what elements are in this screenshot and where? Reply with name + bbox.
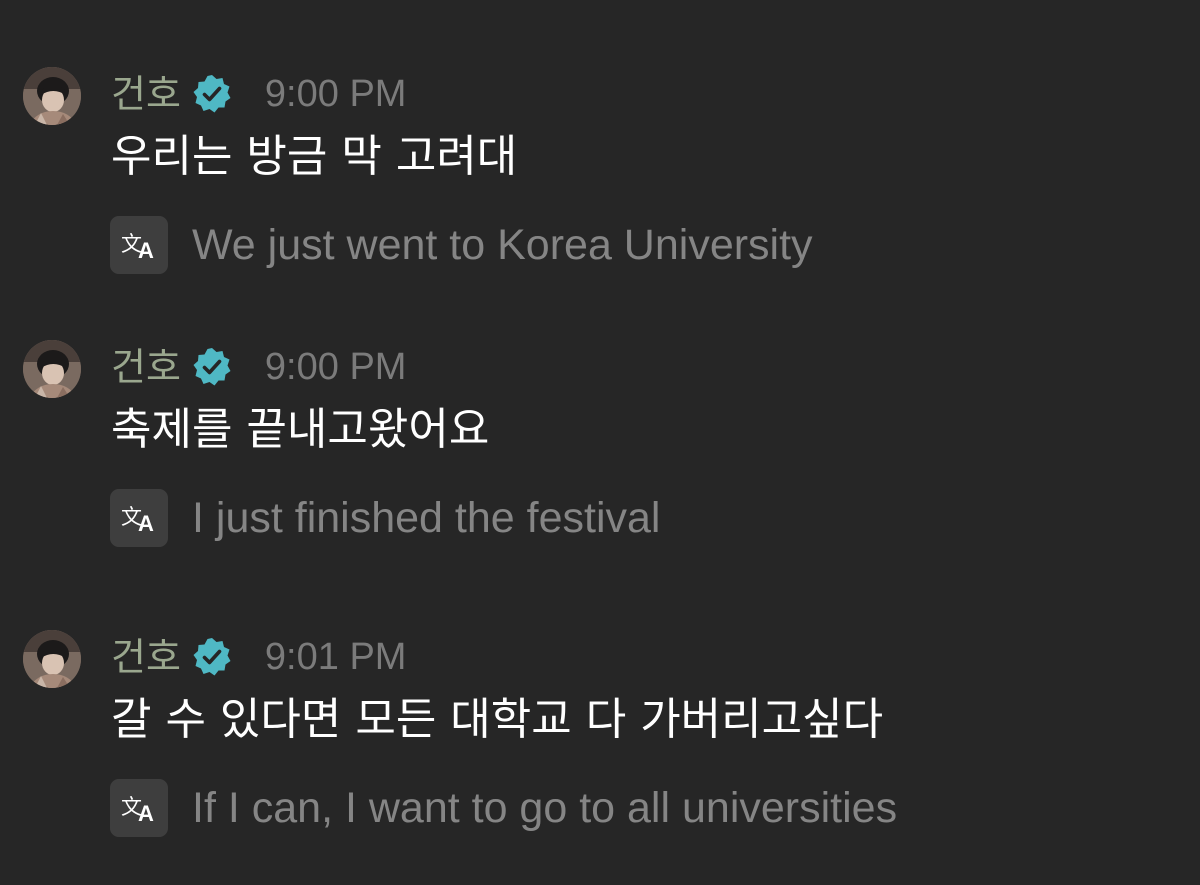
translated-text: If I can, I want to go to all universiti… bbox=[192, 784, 898, 832]
chat-message: 건호 9:01 PM 갈 수 있다면 모든 대학교 다 가버리고싶다 文 A I… bbox=[0, 630, 1200, 880]
translation-row: 文 A We just went to Korea University bbox=[110, 215, 813, 275]
translate-icon[interactable]: 文 A bbox=[110, 216, 168, 274]
message-header: 건호 9:01 PM bbox=[111, 632, 406, 682]
verified-badge-icon bbox=[193, 638, 231, 676]
message-text: 축제를 끝내고왔어요 bbox=[111, 404, 490, 455]
avatar[interactable] bbox=[23, 67, 81, 125]
message-header: 건호 9:00 PM bbox=[111, 342, 406, 392]
sender-name[interactable]: 건호 bbox=[111, 632, 181, 682]
avatar[interactable] bbox=[23, 630, 81, 688]
chat-message: 건호 9:00 PM 축제를 끝내고왔어요 文 A I just finishe… bbox=[0, 340, 1200, 590]
sender-name[interactable]: 건호 bbox=[111, 69, 181, 119]
sender-name[interactable]: 건호 bbox=[111, 342, 181, 392]
message-text: 우리는 방금 막 고려대 bbox=[111, 131, 518, 182]
translation-row: 文 A I just finished the festival bbox=[110, 488, 660, 548]
timestamp: 9:01 PM bbox=[264, 636, 407, 678]
svg-text:A: A bbox=[138, 238, 154, 263]
timestamp: 9:00 PM bbox=[264, 346, 407, 388]
timestamp: 9:00 PM bbox=[264, 73, 407, 115]
verified-badge-icon bbox=[193, 348, 231, 386]
chat-message: 건호 9:00 PM 우리는 방금 막 고려대 文 A We just went… bbox=[0, 67, 1200, 317]
avatar[interactable] bbox=[23, 340, 81, 398]
message-text: 갈 수 있다면 모든 대학교 다 가버리고싶다 bbox=[111, 694, 884, 745]
verified-badge-icon bbox=[193, 75, 231, 113]
svg-text:A: A bbox=[138, 511, 154, 536]
translation-row: 文 A If I can, I want to go to all univer… bbox=[110, 778, 897, 838]
translate-icon[interactable]: 文 A bbox=[110, 489, 168, 547]
svg-text:A: A bbox=[138, 801, 154, 826]
message-header: 건호 9:00 PM bbox=[111, 69, 406, 119]
translated-text: I just finished the festival bbox=[192, 494, 661, 542]
translated-text: We just went to Korea University bbox=[192, 221, 813, 269]
translate-icon[interactable]: 文 A bbox=[110, 779, 168, 837]
chat-message-list: 건호 9:00 PM 우리는 방금 막 고려대 文 A We just went… bbox=[0, 0, 1200, 885]
